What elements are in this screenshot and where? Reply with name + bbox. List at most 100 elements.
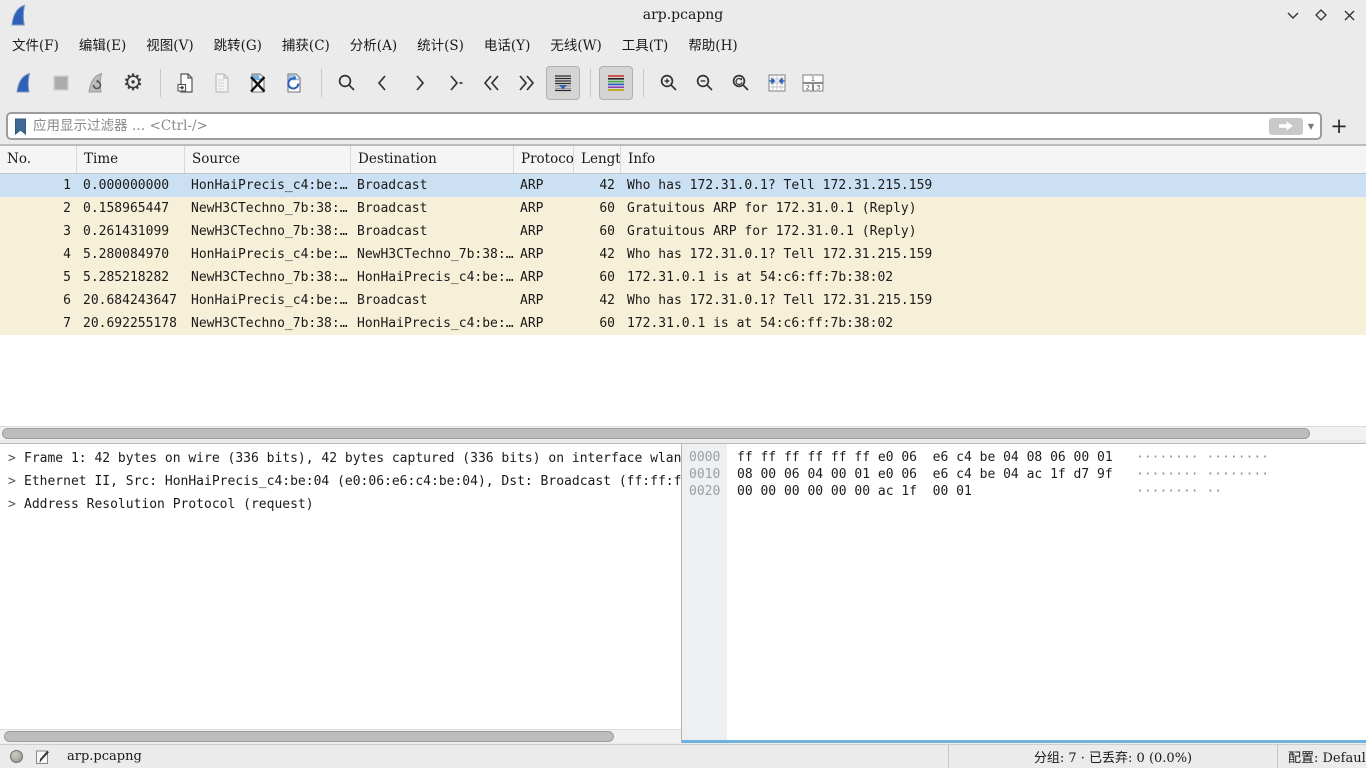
reload-file-button[interactable] [277,66,311,100]
open-file-icon [174,71,198,95]
zoom-in-button[interactable] [652,66,686,100]
reload-file-icon [282,71,306,95]
first-packet-button[interactable] [474,66,508,100]
menu-telephony[interactable]: 电话(Y) [484,34,530,54]
save-file-button[interactable] [205,66,239,100]
cell-protocol: ARP [514,197,574,220]
expert-info-icon[interactable] [10,750,23,763]
stop-capture-button[interactable] [44,66,78,100]
apply-filter-dropdown-icon[interactable]: ▼ [1308,122,1314,131]
gear-icon: ⚙ [123,72,144,95]
close-icon[interactable] [1340,6,1358,24]
window-controls [1284,0,1358,30]
cell-no: 6 [0,289,77,312]
display-filter-box[interactable]: ▼ [6,112,1322,140]
column-header-source[interactable]: Source [185,146,351,173]
packet-row[interactable]: 10.000000000HonHaiPrecis_c4:be:…Broadcas… [0,174,1366,197]
resize-columns-button[interactable] [760,66,794,100]
hex-row[interactable]: 001008 00 06 04 00 01 e0 06 e6 c4 be 04 … [682,466,1366,483]
column-header-time[interactable]: Time [77,146,185,173]
menu-go[interactable]: 跳转(G) [214,34,262,54]
menu-view[interactable]: 视图(V) [146,34,193,54]
cell-protocol: ARP [514,312,574,335]
menu-analyze[interactable]: 分析(A) [350,34,397,54]
detail-hscrollbar[interactable] [0,729,681,743]
cell-destination: HonHaiPrecis_c4:be:… [351,312,514,335]
menu-statistics[interactable]: 统计(S) [417,34,464,54]
scrollbar-thumb[interactable] [2,428,1310,439]
detail-tree-item[interactable]: >Ethernet II, Src: HonHaiPrecis_c4:be:04… [0,470,681,493]
go-to-packet-button[interactable] [438,66,472,100]
zoom-reset-icon [729,71,753,95]
add-filter-button[interactable]: + [1326,112,1352,140]
expand-chevron-icon[interactable]: > [8,470,24,493]
next-packet-button[interactable] [402,66,436,100]
packet-row[interactable]: 45.280084970HonHaiPrecis_c4:be:…NewH3CTe… [0,243,1366,266]
hex-offset: 0000 [689,449,720,466]
status-profile[interactable]: 配置: Default [1278,747,1366,766]
menu-tools[interactable]: 工具(T) [622,34,669,54]
detail-text: Address Resolution Protocol (request) [24,497,314,512]
cell-time: 0.261431099 [77,220,185,243]
main-toolbar: ⚙ [0,58,1366,108]
cell-no: 4 [0,243,77,266]
close-file-button[interactable] [241,66,275,100]
expand-chevron-icon[interactable]: > [8,493,24,516]
layout-icon: 123 [800,71,826,95]
column-header-no[interactable]: No. [0,146,77,173]
menu-wireless[interactable]: 无线(W) [550,34,601,54]
apply-filter-button[interactable] [1269,118,1303,135]
bookmark-icon[interactable] [14,118,27,135]
toolbar-separator [590,69,591,97]
window-title: arp.pcapng [0,0,1366,30]
column-header-destination[interactable]: Destination [351,146,514,173]
status-filename[interactable]: arp.pcapng [67,749,142,764]
cell-info: Who has 172.31.0.1? Tell 172.31.215.159 [621,289,1366,312]
menu-capture[interactable]: 捕获(C) [282,34,330,54]
cell-info: Who has 172.31.0.1? Tell 172.31.215.159 [621,243,1366,266]
menu-file[interactable]: 文件(F) [12,34,59,54]
cell-protocol: ARP [514,243,574,266]
column-header-info[interactable]: Info [621,146,1366,173]
column-header-length[interactable]: Length [574,146,621,173]
capture-options-button[interactable]: ⚙ [116,66,150,100]
colorize-packets-button[interactable] [599,66,633,100]
cell-destination: Broadcast [351,197,514,220]
hex-row[interactable]: 002000 00 00 00 00 00 ac 1f 00 01·······… [682,483,1366,500]
cell-no: 1 [0,174,77,197]
packet-list-hscrollbar[interactable] [0,426,1366,440]
scrollbar-thumb[interactable] [4,731,614,742]
column-header-protocol[interactable]: Protocol [514,146,574,173]
display-filter-input[interactable] [33,118,1269,134]
zoom-out-button[interactable] [688,66,722,100]
start-capture-button[interactable] [8,66,42,100]
packet-row[interactable]: 20.158965447NewH3CTechno_7b:38:…Broadcas… [0,197,1366,220]
packet-row[interactable]: 720.692255178NewH3CTechno_7b:38:…HonHaiP… [0,312,1366,335]
maximize-icon[interactable] [1312,6,1330,24]
packet-row[interactable]: 30.261431099NewH3CTechno_7b:38:…Broadcas… [0,220,1366,243]
zoom-reset-button[interactable] [724,66,758,100]
shark-fin-icon [13,71,37,95]
cell-length: 42 [574,289,621,312]
hex-row[interactable]: 0000 ff ff ff ff ff ff e0 06 e6 c4 be 04 … [682,449,1366,466]
hex-bytes: ff ff ff ff ff ff e0 06 e6 c4 be 04 08 0… [737,449,1113,466]
previous-packet-button[interactable] [366,66,400,100]
menu-help[interactable]: 帮助(H) [688,34,737,54]
last-packet-button[interactable] [510,66,544,100]
packet-row[interactable]: 55.285218282NewH3CTechno_7b:38:…HonHaiPr… [0,266,1366,289]
menu-edit[interactable]: 编辑(E) [79,34,126,54]
detail-tree-item[interactable]: >Address Resolution Protocol (request) [0,493,681,516]
capture-comment-icon[interactable] [35,749,51,765]
layout-chooser-button[interactable]: 123 [796,66,830,100]
find-packet-button[interactable] [330,66,364,100]
minimize-icon[interactable] [1284,6,1302,24]
detail-tree-item[interactable]: >Frame 1: 42 bytes on wire (336 bits), 4… [0,447,681,470]
open-file-button[interactable] [169,66,203,100]
double-chevron-left-icon [479,71,503,95]
cell-source: NewH3CTechno_7b:38:… [185,197,351,220]
restart-capture-button[interactable] [80,66,114,100]
auto-scroll-button[interactable] [546,66,580,100]
packet-row[interactable]: 620.684243647HonHaiPrecis_c4:be:…Broadca… [0,289,1366,312]
expand-chevron-icon[interactable]: > [8,447,24,470]
chevron-right-icon [407,71,431,95]
